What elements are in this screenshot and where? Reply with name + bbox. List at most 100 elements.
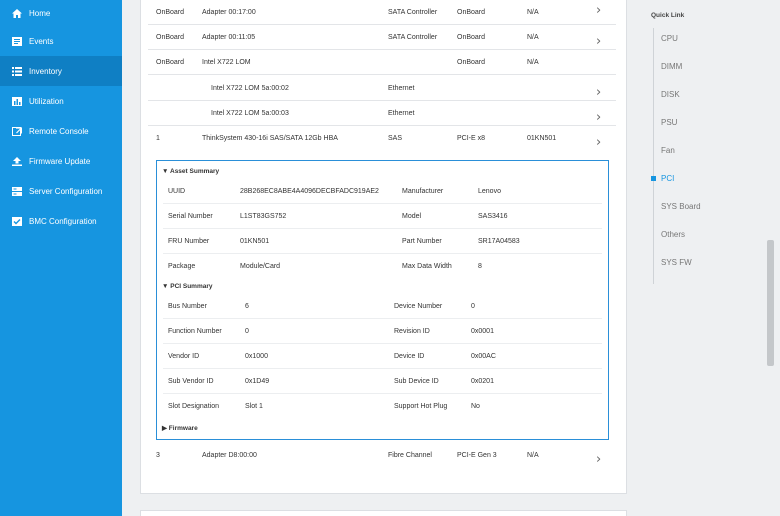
chevron-right-icon[interactable]: › xyxy=(596,85,601,100)
table-row[interactable]: 1 ThinkSystem 430-16i SAS/SATA 12Gb HBA … xyxy=(148,126,616,151)
row-slot: OnBoard xyxy=(156,34,185,41)
nav-utilization-label: Utilization xyxy=(29,96,64,106)
row-slot: OnBoard xyxy=(156,9,185,16)
device-id-label: Device ID xyxy=(394,353,425,360)
model-label: Model xyxy=(402,213,422,220)
server-configuration-icon xyxy=(12,186,22,196)
sub-vendor-id-value: 0x1D49 xyxy=(245,378,270,385)
model-value: SAS3416 xyxy=(478,213,508,220)
support-hot-plug-label: Support Hot Plug xyxy=(394,403,448,410)
bmc-configuration-icon xyxy=(12,216,22,226)
bus-number-value: 6 xyxy=(245,303,249,310)
nav-server-configuration[interactable]: Server Configuration xyxy=(0,176,122,206)
quick-link-cpu[interactable]: CPU xyxy=(661,34,678,43)
fru-number-value: 01KN501 xyxy=(240,238,270,245)
nav-firmware-update[interactable]: Firmware Update xyxy=(0,146,122,176)
device-number-label: Device Number xyxy=(394,303,443,310)
vendor-id-value: 0x1000 xyxy=(245,353,268,360)
nav-inventory[interactable]: Inventory xyxy=(0,56,122,86)
row-type: Ethernet xyxy=(388,85,415,92)
sidebar-nav: Home Events Inventory Utilization Remote… xyxy=(0,0,122,516)
max-data-width-label: Max Data Width xyxy=(402,263,452,270)
function-number-value: 0 xyxy=(245,328,249,335)
nav-utilization[interactable]: Utilization xyxy=(0,86,122,116)
row-name: ThinkSystem 430-16i SAS/SATA 12Gb HBA xyxy=(202,135,338,142)
device-number-value: 0 xyxy=(471,303,475,310)
row-fru: N/A xyxy=(527,9,539,16)
row-name: Intel X722 LOM 5a:00:02 xyxy=(211,85,289,92)
quick-link-others[interactable]: Others xyxy=(661,230,685,239)
device-id-value: 0x00AC xyxy=(471,353,496,360)
table-row[interactable]: Intel X722 LOM 5a:00:03 Ethernet › xyxy=(148,101,616,126)
serial-number-value: L1ST83GS752 xyxy=(240,213,287,220)
nav-events-label: Events xyxy=(29,36,54,46)
sub-vendor-id-label: Sub Vendor ID xyxy=(168,378,214,385)
quick-link-sys-fw[interactable]: SYS FW xyxy=(661,258,692,267)
max-data-width-value: 8 xyxy=(478,263,482,270)
remote-console-icon xyxy=(12,126,22,136)
quick-link-title: Quick Link xyxy=(651,12,685,19)
row-name: Intel X722 LOM xyxy=(202,59,251,66)
quick-link-track xyxy=(653,28,654,284)
uuid-value: 28B268EC8ABE4A4096DECBFADC919AE2 xyxy=(240,188,379,195)
manufacturer-value: Lenovo xyxy=(478,188,501,195)
quick-link-disk[interactable]: DISK xyxy=(661,90,680,99)
divider xyxy=(163,343,602,344)
nav-events[interactable]: Events xyxy=(0,26,122,56)
device-detail-panel: ▼ Asset Summary UUID 28B268EC8ABE4A4096D… xyxy=(156,160,609,440)
row-location: OnBoard xyxy=(457,9,486,16)
quick-link-fan[interactable]: Fan xyxy=(661,146,675,155)
divider xyxy=(163,228,602,229)
bus-number-label: Bus Number xyxy=(168,303,207,310)
row-fru: N/A xyxy=(527,59,539,66)
row-type: SATA Controller xyxy=(388,9,438,16)
row-location: PCI-E Gen 3 xyxy=(457,452,497,459)
nav-home[interactable]: Home xyxy=(0,0,122,26)
row-type: SAS xyxy=(388,135,403,142)
row-slot: OnBoard xyxy=(156,59,185,66)
table-row[interactable]: 3 Adapter D8:00:00 Fibre Channel PCI-E G… xyxy=(148,443,616,468)
chevron-right-icon[interactable]: › xyxy=(596,452,601,467)
chevron-right-icon[interactable]: › xyxy=(596,34,601,49)
package-value: Module/Card xyxy=(240,263,281,270)
chevron-right-icon[interactable]: › xyxy=(596,135,601,150)
quick-link-psu[interactable]: PSU xyxy=(661,118,677,127)
row-name: Intel X722 LOM 5a:00:03 xyxy=(211,110,289,117)
nav-remote-console[interactable]: Remote Console xyxy=(0,116,122,146)
row-type: Fibre Channel xyxy=(388,452,432,459)
firmware-update-icon xyxy=(12,156,22,166)
nav-remote-console-label: Remote Console xyxy=(29,126,89,136)
nav-bmc-configuration[interactable]: BMC Configuration xyxy=(0,206,122,236)
row-location: PCI-E x8 xyxy=(457,135,486,142)
chevron-right-icon[interactable]: › xyxy=(596,110,601,125)
revision-id-label: Revision ID xyxy=(394,328,430,335)
sub-device-id-value: 0x0201 xyxy=(471,378,494,385)
chevron-right-icon[interactable]: › xyxy=(596,3,601,18)
scrollbar-thumb[interactable] xyxy=(767,240,774,366)
serial-number-label: Serial Number xyxy=(168,213,213,220)
row-type: Ethernet xyxy=(388,110,415,117)
events-icon xyxy=(12,36,22,46)
asset-summary-toggle[interactable]: ▼ Asset Summary xyxy=(162,168,219,175)
nav-firmware-update-label: Firmware Update xyxy=(29,156,91,166)
part-number-label: Part Number xyxy=(402,238,442,245)
quick-link-sys-board[interactable]: SYS Board xyxy=(661,202,701,211)
table-row[interactable]: OnBoard Adapter 00:11:05 SATA Controller… xyxy=(148,25,616,50)
row-name: Adapter D8:00:00 xyxy=(202,452,257,459)
quick-link-active-marker xyxy=(651,176,656,181)
support-hot-plug-value: No xyxy=(471,403,480,410)
next-panel xyxy=(140,510,627,516)
table-row[interactable]: OnBoard Adapter 00:17:00 SATA Controller… xyxy=(148,0,616,25)
table-row[interactable]: Intel X722 LOM 5a:00:02 Ethernet › xyxy=(148,76,616,101)
table-row: OnBoard Intel X722 LOM OnBoard N/A xyxy=(148,50,616,75)
fru-number-label: FRU Number xyxy=(168,238,210,245)
pci-summary-toggle[interactable]: ▼ PCI Summary xyxy=(162,283,213,290)
package-label: Package xyxy=(168,263,196,270)
quick-link-dimm[interactable]: DIMM xyxy=(661,62,682,71)
revision-id-value: 0x0001 xyxy=(471,328,494,335)
firmware-toggle[interactable]: ▶ Firmware xyxy=(162,424,198,432)
divider xyxy=(163,253,602,254)
nav-inventory-label: Inventory xyxy=(29,66,62,76)
part-number-value: SR17A04583 xyxy=(478,238,520,245)
quick-link-pci[interactable]: PCI xyxy=(661,174,674,183)
